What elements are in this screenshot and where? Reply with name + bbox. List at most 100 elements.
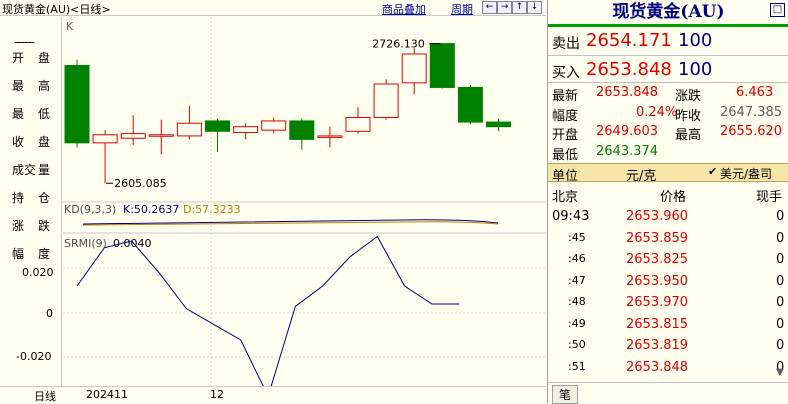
candle-body[interactable] <box>176 122 202 137</box>
srmi-label: SRMI(9) <box>64 237 107 250</box>
label-pct-1: 幅 <box>12 247 25 261</box>
sell-price: 2654.171 <box>586 30 672 51</box>
candle-body[interactable] <box>457 86 483 123</box>
maximize-icon[interactable]: □ <box>770 3 785 17</box>
tick-price: 2653.825 <box>626 252 689 267</box>
tick-time: :48 <box>568 295 586 308</box>
srmi-tick-020: 0.020 <box>22 266 54 279</box>
high-price-label: 2726.130 <box>372 38 425 51</box>
label-open-2: 盘 <box>38 51 51 65</box>
tick-qty: 0 <box>776 252 785 267</box>
label-change-2: 跌 <box>38 219 51 233</box>
srmi-value: 0.0040 <box>113 237 152 250</box>
kline-chart[interactable]: K 2726.130 2605.085 KD(9,3,3) K:50.2637 … <box>63 17 546 386</box>
change-label: 涨跌 <box>675 89 702 104</box>
quote-title: 现货黄金(AU) <box>612 2 725 22</box>
time-axis-bar: 日线 202411 12 <box>0 386 546 403</box>
kd-label: KD(9,3,3) <box>64 203 116 216</box>
move-left-button[interactable]: ← <box>482 1 497 14</box>
tick-price: 2653.970 <box>626 295 689 310</box>
candle-body[interactable] <box>373 83 399 118</box>
unit-label: 单位 <box>552 169 579 184</box>
move-right-button[interactable]: → <box>497 1 512 14</box>
candle-body[interactable] <box>64 65 90 144</box>
overlay-link[interactable]: 商品叠加 <box>382 1 426 17</box>
label-high-1: 最 <box>12 79 25 93</box>
low-label: 最低 <box>552 148 579 163</box>
check-icon: ✔ <box>708 165 718 178</box>
tick-time: :49 <box>568 316 586 330</box>
open-value: 2649.603 <box>596 124 659 139</box>
unit-bar: 单位 元/克 ✔ 美元/盎司 <box>548 163 788 184</box>
tick-tab[interactable]: 笔 <box>552 385 579 404</box>
open-label: 开盘 <box>552 128 579 143</box>
low-value: 2643.374 <box>596 144 659 159</box>
candle-body[interactable] <box>289 120 315 140</box>
label-close-2: 盘 <box>38 135 51 149</box>
tick-price: 2653.859 <box>626 230 689 246</box>
tick-time: :46 <box>568 252 586 265</box>
tick-time: :51 <box>568 359 586 373</box>
unit-value: 元/克 <box>626 169 657 184</box>
price-col-header: 价格 <box>660 190 687 205</box>
latest-label: 最新 <box>552 89 579 104</box>
tick-price: 2653.848 <box>626 359 689 375</box>
candle-body[interactable] <box>205 120 230 132</box>
candle-body[interactable] <box>429 43 455 88</box>
quote-panel: 现货黄金(AU) □ 卖出 2654.171 100 买入 2653.848 1… <box>547 0 788 404</box>
tick-qty: 0 <box>776 273 785 289</box>
buy-qty: 100 <box>678 59 713 80</box>
ohlc-label-panel: ------ 开 盘 最 高 最 低 收 盘 成交 量 持 仓 涨 跌 幅 度 <box>0 17 62 386</box>
label-high-2: 高 <box>38 79 51 93</box>
chart-toolbar: 现货黄金(AU)<日线> 商品叠加 周期 ← → ↑ ↓ <box>0 0 546 16</box>
candle-body[interactable] <box>261 120 287 131</box>
unit-option[interactable]: 美元/盎司 <box>720 165 772 182</box>
prev-close-label: 昨收 <box>675 109 702 124</box>
label-volume-2: 量 <box>38 163 51 177</box>
market-label: 北京 <box>552 190 579 205</box>
tick-qty: 0 <box>776 230 785 246</box>
kline-label: K <box>66 20 74 33</box>
label-change-1: 涨 <box>12 219 25 233</box>
quote-footer: 笔 ▼ <box>548 367 788 404</box>
high-label: 最高 <box>675 128 702 143</box>
pct-label: 幅度 <box>552 109 579 124</box>
label-low-1: 最 <box>12 107 25 121</box>
srmi-line <box>76 235 460 386</box>
tick-time: 09:43 <box>552 209 590 224</box>
kd-k-value: K:50.2637 <box>123 203 179 216</box>
label-oi-1: 持 <box>12 191 25 205</box>
candle-body[interactable] <box>317 135 343 138</box>
candle-body[interactable] <box>92 134 118 144</box>
date-label-mid: 12 <box>210 388 224 401</box>
change-value: 6.463 <box>736 85 774 100</box>
prev-close-value: 2647.385 <box>720 105 783 120</box>
chart-title: 现货黄金(AU)<日线> <box>2 3 111 16</box>
low-price-label: 2605.085 <box>114 177 167 190</box>
candle-body[interactable] <box>148 134 174 137</box>
candle-body[interactable] <box>401 53 427 84</box>
qty-col-header: 现手 <box>756 190 783 205</box>
sell-qty: 100 <box>678 30 713 51</box>
candle-body[interactable] <box>120 133 146 139</box>
srmi-tick-0: 0 <box>46 307 53 320</box>
tick-price: 2653.815 <box>626 316 689 332</box>
label-low-2: 低 <box>38 107 51 121</box>
period-link[interactable]: 周期 <box>451 1 473 17</box>
zoom-out-button[interactable]: ↓ <box>527 1 542 14</box>
candle-body[interactable] <box>233 126 259 133</box>
scroll-down-icon[interactable]: ▼ <box>776 367 784 378</box>
label-pct-2: 度 <box>38 247 51 261</box>
tick-time: :47 <box>568 273 586 287</box>
candle-body[interactable] <box>486 121 511 128</box>
tick-time: :50 <box>568 338 586 351</box>
tick-price: 2653.960 <box>626 209 689 224</box>
buy-label: 买入 <box>552 65 580 81</box>
candle-body[interactable] <box>345 116 371 132</box>
zoom-in-button[interactable]: ↑ <box>512 1 527 14</box>
tick-time: :45 <box>568 230 586 244</box>
tick-qty: 0 <box>776 209 785 224</box>
tick-price: 2653.819 <box>626 338 689 353</box>
period-label[interactable]: 日线 <box>34 388 56 404</box>
label-close-1: 收 <box>12 135 25 149</box>
